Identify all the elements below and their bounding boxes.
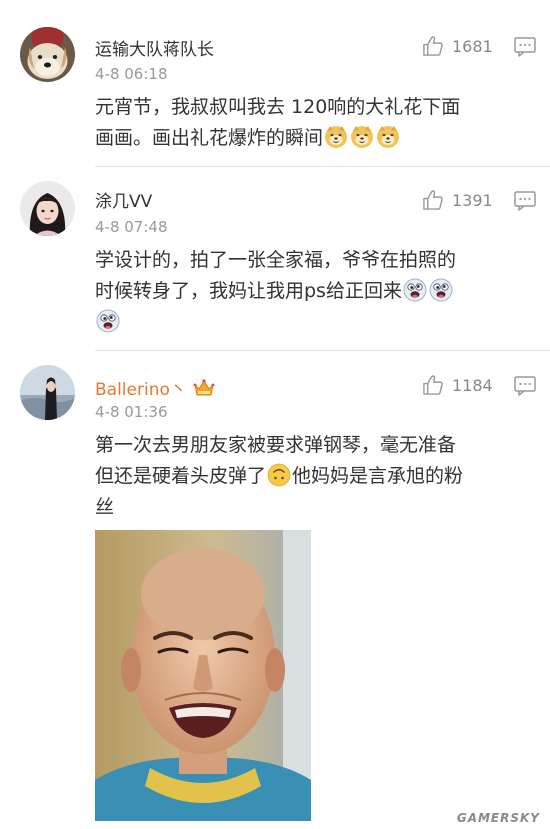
- timestamp: 4-8 06:18: [95, 65, 168, 83]
- like-count: 1184: [452, 375, 493, 395]
- doge-icon: [350, 125, 374, 149]
- like-button[interactable]: 1184: [422, 373, 493, 397]
- vip-crown-icon: [193, 379, 215, 396]
- crazy-face-icon: [96, 309, 120, 333]
- timestamp: 4-8 01:36: [95, 403, 168, 421]
- reply-icon[interactable]: [514, 376, 536, 396]
- comment-text: 学设计的，拍了一张全家福，爷爷在拍照的 时候转身了，我妈让我用ps给正回来: [95, 245, 535, 338]
- username-text: Ballerino丶: [95, 380, 187, 400]
- doge-icon: [376, 125, 400, 149]
- divider: [95, 166, 550, 167]
- comment-text: 元宵节，我叔叔叫我去 120响的大礼花下面 画画。画出礼花爆炸的瞬间: [95, 92, 535, 154]
- avatar[interactable]: [20, 181, 75, 236]
- comment-photo[interactable]: [95, 530, 311, 821]
- comment-line: 丝: [95, 496, 115, 518]
- crazy-face-icon: [403, 278, 427, 302]
- comment-line: 第一次去男朋友家被要求弹钢琴，毫无准备: [95, 434, 457, 456]
- comment-line: 他妈妈是言承旭的粉: [292, 465, 464, 487]
- avatar[interactable]: [20, 27, 75, 82]
- crazy-face-icon: [429, 278, 453, 302]
- thumbs-up-icon: [423, 375, 443, 395]
- watermark: GAMERSKY: [456, 811, 540, 825]
- reply-icon[interactable]: [514, 37, 536, 57]
- timestamp: 4-8 07:48: [95, 218, 168, 236]
- divider: [95, 350, 550, 351]
- comment-line: 学设计的，拍了一张全家福，爷爷在拍照的: [95, 249, 457, 271]
- thumbs-up-icon: [423, 190, 443, 210]
- reply-icon[interactable]: [514, 191, 536, 211]
- like-count: 1681: [452, 36, 493, 56]
- comment-line: 时候转身了，我妈让我用ps给正回来: [95, 280, 402, 302]
- comment-line: 元宵节，我叔叔叫我去 120响的大礼花下面: [95, 96, 461, 118]
- username[interactable]: 涂几VV: [95, 187, 152, 212]
- comment-item: 运输大队蒋队长 4-8 06:18 1681 元宵节，我叔叔叫我去 120响的大…: [0, 0, 550, 170]
- doge-icon: [324, 125, 348, 149]
- username[interactable]: Ballerino丶: [95, 375, 215, 400]
- comment-line: 画画。画出礼花爆炸的瞬间: [95, 127, 324, 149]
- username[interactable]: 运输大队蒋队长: [95, 35, 214, 60]
- like-count: 1391: [452, 190, 493, 210]
- like-button[interactable]: 1391: [422, 188, 493, 212]
- comment-line: 但还是硬着头皮弹了: [95, 465, 267, 487]
- like-button[interactable]: 1681: [422, 34, 493, 58]
- upside-down-face-icon: [267, 463, 291, 487]
- comment-text: 第一次去男朋友家被要求弹钢琴，毫无准备 但还是硬着头皮弹了 他妈妈是言承旭的粉 丝: [95, 430, 535, 523]
- avatar[interactable]: [20, 365, 75, 420]
- thumbs-up-icon: [423, 36, 443, 56]
